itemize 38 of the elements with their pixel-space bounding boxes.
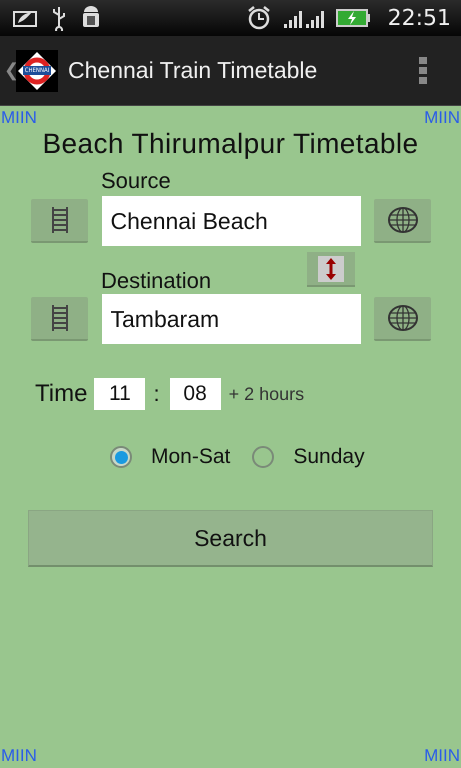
- globe-icon: [386, 206, 418, 234]
- map-button[interactable]: [374, 297, 431, 341]
- corner-mark: MIIN: [1, 746, 37, 766]
- signal-icon: [284, 8, 302, 28]
- usb-icon: [50, 5, 68, 31]
- minute-field[interactable]: 08: [170, 378, 221, 410]
- map-button[interactable]: [374, 199, 431, 243]
- day-radio-option[interactable]: Mon-Sat: [110, 445, 230, 469]
- radio-button[interactable]: [110, 446, 132, 468]
- back-caret[interactable]: ❮: [4, 60, 16, 81]
- station-field[interactable]: Tambaram: [102, 294, 360, 344]
- corner-mark: MIIN: [424, 746, 460, 766]
- day-radio-option[interactable]: Sunday: [252, 445, 365, 469]
- hour-field[interactable]: 11: [94, 378, 146, 410]
- battery-charging-icon: [336, 7, 370, 29]
- radio-button[interactable]: [252, 446, 274, 468]
- swap-arrows-icon: [325, 256, 337, 280]
- source-label: Source: [101, 168, 172, 194]
- time-window-note: + 2 hours: [228, 384, 304, 404]
- app-title: Chennai Train Timetable: [68, 57, 318, 84]
- station-field[interactable]: Chennai Beach: [102, 196, 360, 246]
- station-list-button[interactable]: [31, 297, 88, 341]
- radio-label: Sunday: [293, 445, 365, 469]
- corner-mark: MIIN: [424, 108, 460, 128]
- overflow-menu-icon[interactable]: [419, 57, 427, 84]
- signal-icon: [306, 8, 324, 28]
- station-list-button[interactable]: [31, 199, 88, 243]
- globe-icon: [386, 304, 418, 332]
- time-separator: :: [153, 381, 160, 407]
- destination-label: Destination: [101, 268, 212, 294]
- timetable-heading: Beach Thirumalpur Timetable: [42, 128, 419, 160]
- clock-time: 22:51: [388, 6, 451, 30]
- radio-label: Mon-Sat: [151, 445, 230, 469]
- alarm-clock-icon: [246, 5, 272, 31]
- corner-mark: MIIN: [1, 108, 37, 128]
- swap-button[interactable]: [307, 252, 355, 287]
- time-label: Time: [35, 380, 88, 408]
- search-button[interactable]: Search: [28, 510, 433, 567]
